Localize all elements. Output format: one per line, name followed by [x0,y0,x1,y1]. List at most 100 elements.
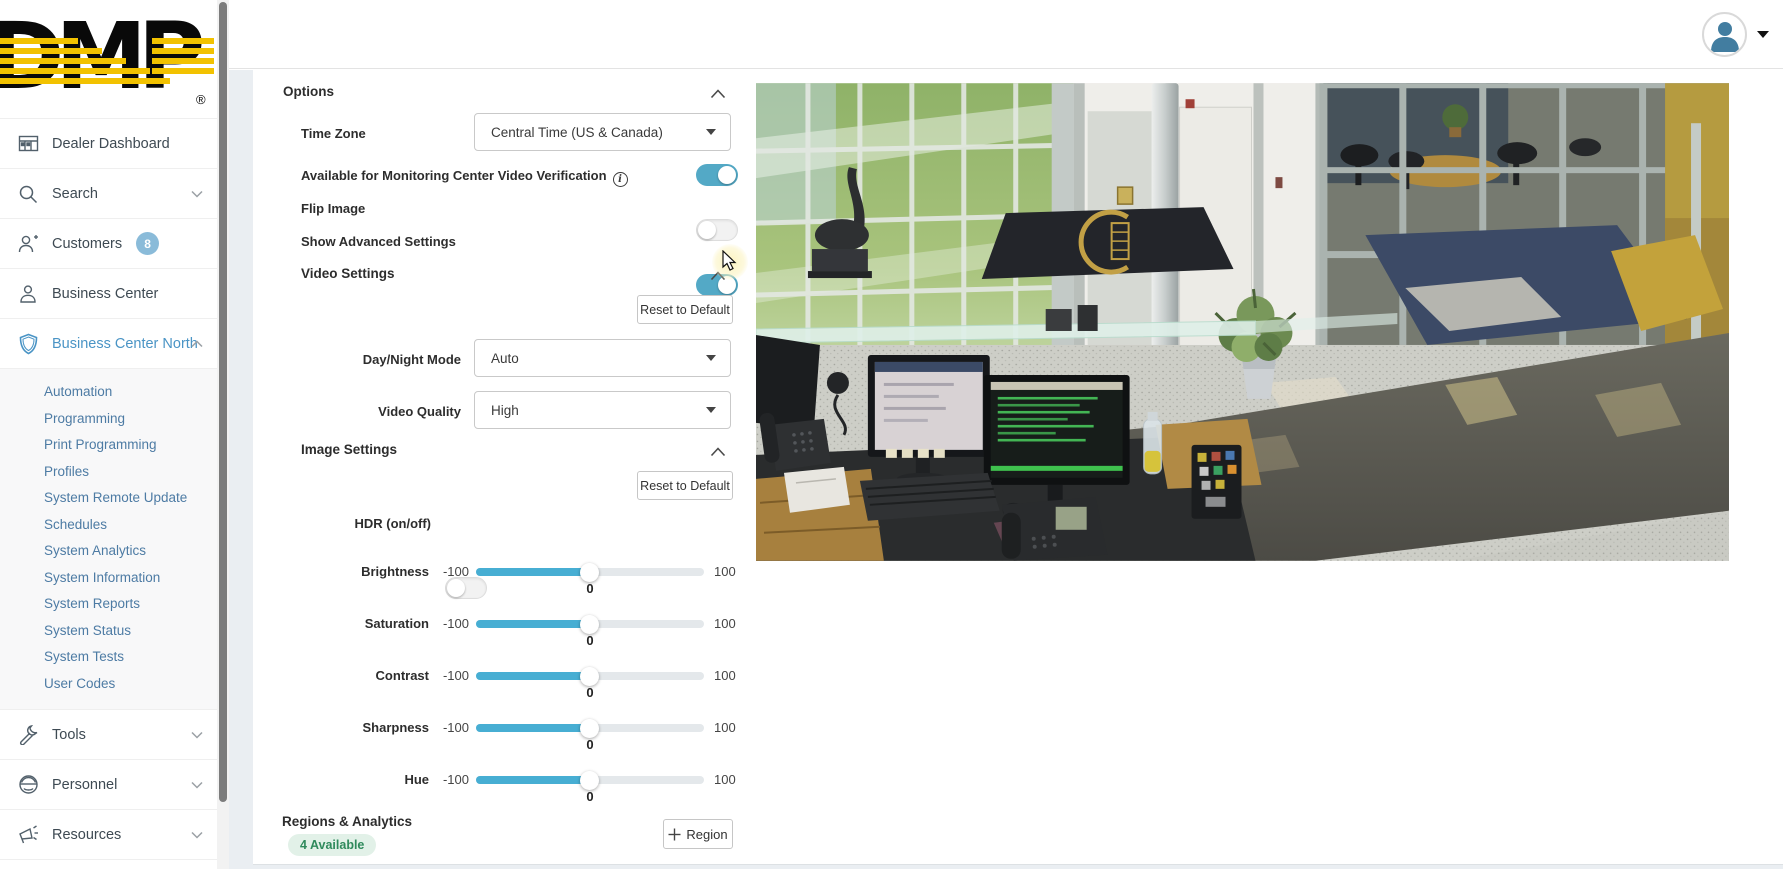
top-header-bar [229,0,1783,69]
customers-icon [16,232,40,256]
add-region-button[interactable]: Region [663,819,733,849]
day-night-mode-value: Auto [491,351,706,366]
image-settings-section-title: Image Settings [301,442,397,457]
submenu-item-system-reports[interactable]: System Reports [0,591,217,618]
video-settings-section-title: Video Settings [301,266,395,281]
add-region-label: Region [686,827,727,842]
toggle-knob [447,579,465,597]
mouse-cursor-icon [722,250,738,272]
vertical-scrollbar[interactable] [217,0,229,869]
hue-slider[interactable] [476,776,704,784]
slider-knob[interactable] [580,563,599,582]
chevron-down-icon [191,826,203,844]
video-quality-value: High [491,403,706,418]
camera-snapshot: Security camera snapshot of an office lo… [756,83,1729,561]
sharpness-min: -100 [433,720,469,735]
monitoring-verification-label: Available for Monitoring Center Video Ve… [301,168,628,187]
sidebar-item-label: Dealer Dashboard [52,136,170,152]
submenu-item-profiles[interactable]: Profiles [0,459,217,486]
saturation-slider[interactable] [476,620,704,628]
dmp-logo[interactable]: DMP ® [0,0,217,118]
slider-knob[interactable] [580,719,599,738]
submenu-item-automation[interactable]: Automation [0,379,217,406]
brightness-label: Brightness [281,564,429,579]
sidebar-item-business-center-north[interactable]: Business Center North [0,318,217,368]
info-icon[interactable]: i [613,172,628,187]
contrast-value: 0 [570,685,610,700]
customers-count-badge: 8 [136,232,159,255]
hue-value: 0 [570,789,610,804]
slider-knob[interactable] [580,771,599,790]
show-advanced-settings-label: Show Advanced Settings [301,234,456,249]
sidebar-item-tools[interactable]: Tools [0,709,217,759]
dropdown-caret-icon [706,355,716,361]
contrast-max: 100 [714,668,736,683]
day-night-mode-label: Day/Night Mode [281,352,461,367]
brightness-value: 0 [570,581,610,596]
sidebar-item-label: Business Center [52,286,158,302]
dropdown-caret-icon [706,407,716,413]
video-reset-default-button[interactable]: Reset to Default [637,295,733,324]
sidebar-item-personnel[interactable]: Personnel [0,759,217,809]
time-zone-select[interactable]: Central Time (US & Canada) [474,113,731,151]
brightness-min: -100 [433,564,469,579]
slider-knob[interactable] [580,667,599,686]
user-avatar[interactable] [1702,12,1747,57]
sidebar-item-label: Business Center North [52,336,198,352]
sharpness-max: 100 [714,720,736,735]
sidebar-item-label: Search [52,186,98,202]
video-quality-select[interactable]: High [474,391,731,429]
regions-available-badge-wrap: 4 Available [288,834,376,856]
scrollbar-thumb[interactable] [219,2,227,802]
sidebar-item-resources[interactable]: Resources [0,809,217,859]
chevron-up-icon [191,335,203,353]
sharpness-slider[interactable] [476,724,704,732]
sidebar-item-search[interactable]: Search [0,168,217,218]
toggle-knob [698,221,716,239]
panel-divider [253,864,1783,865]
person-icon [16,282,40,306]
saturation-min: -100 [433,616,469,631]
flip-image-toggle[interactable] [696,219,738,241]
shield-icon [16,332,40,356]
image-reset-default-button[interactable]: Reset to Default [637,471,733,500]
submenu-item-programming[interactable]: Programming [0,406,217,433]
slider-knob[interactable] [580,615,599,634]
saturation-label: Saturation [281,616,429,631]
sidebar-item-label: Customers [52,236,122,252]
contrast-label: Contrast [281,668,429,683]
monitoring-verification-toggle[interactable] [696,164,738,186]
plus-icon [668,828,681,841]
saturation-value: 0 [570,633,610,648]
sidebar-item-dealer-dashboard[interactable]: Dealer Dashboard [0,118,217,168]
sharpness-value: 0 [570,737,610,752]
account-menu-caret-icon[interactable] [1757,31,1769,38]
sidebar-item-customers[interactable]: Customers 8 [0,218,217,268]
submenu-item-system-information[interactable]: System Information [0,565,217,592]
svg-text:DMP: DMP [0,3,202,110]
video-quality-label: Video Quality [281,404,461,419]
options-collapse-chevron-icon[interactable] [710,86,726,104]
sharpness-label: Sharpness [281,720,429,735]
submenu-item-system-remote-update[interactable]: System Remote Update [0,485,217,512]
chevron-down-icon [191,726,203,744]
time-zone-label: Time Zone [301,126,366,141]
sidebar-item-business-center[interactable]: Business Center [0,268,217,318]
contrast-slider[interactable] [476,672,704,680]
image-settings-collapse-chevron-icon[interactable] [710,444,726,462]
sidebar-item-settings[interactable]: Settings [0,859,217,869]
submenu-item-system-status[interactable]: System Status [0,618,217,645]
submenu-item-user-codes[interactable]: User Codes [0,671,217,698]
day-night-mode-select[interactable]: Auto [474,339,731,377]
submenu-item-schedules[interactable]: Schedules [0,512,217,539]
hdr-toggle[interactable] [445,577,487,599]
time-zone-value: Central Time (US & Canada) [491,125,706,140]
submenu-item-print-programming[interactable]: Print Programming [0,432,217,459]
sidebar-nav: DMP ® [0,0,217,869]
user-icon [1708,18,1742,52]
brightness-slider[interactable] [476,568,704,576]
submenu-item-system-tests[interactable]: System Tests [0,644,217,671]
submenu-item-system-analytics[interactable]: System Analytics [0,538,217,565]
regions-available-badge: 4 Available [288,834,376,856]
flip-image-label: Flip Image [301,201,365,216]
